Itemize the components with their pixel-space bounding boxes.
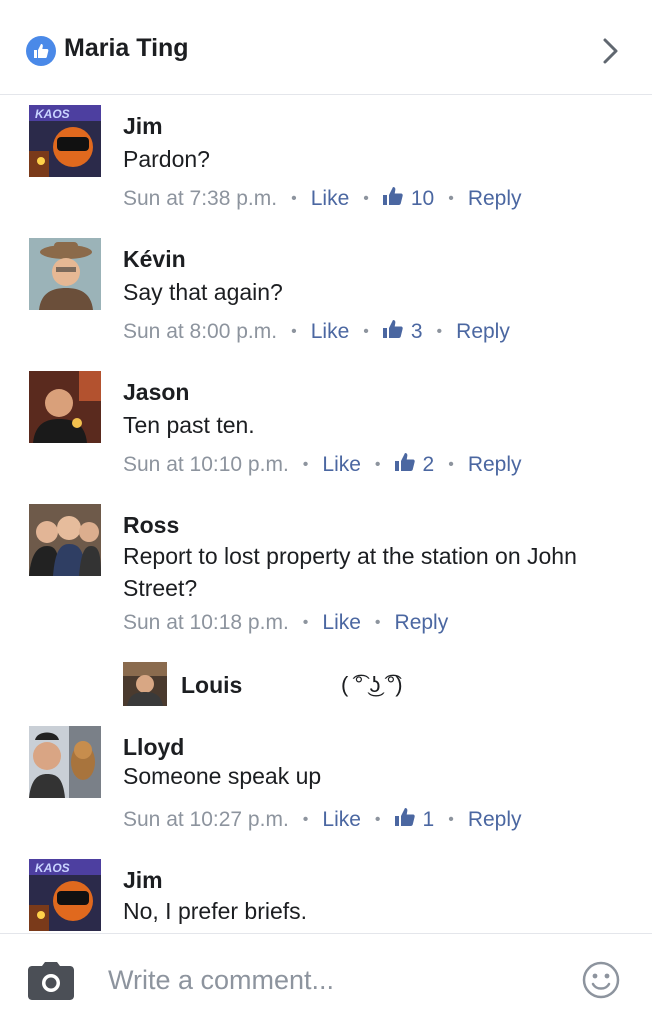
like-count[interactable]: 3	[411, 320, 423, 344]
comment-time: Sun at 10:18 p.m.	[123, 611, 289, 634]
like-count[interactable]: 2	[423, 453, 435, 477]
separator: •	[302, 456, 309, 473]
comment-author[interactable]: Jim	[123, 113, 163, 140]
like-button[interactable]: Like	[322, 611, 361, 635]
reply-preview[interactable]: Louis ( ͡° ͜ʖ ͡°)	[123, 662, 623, 706]
separator: •	[363, 323, 369, 340]
comment-meta: Sun at 7:38 p.m. • Like • 10 • Reply	[123, 187, 522, 211]
avatar[interactable]	[29, 726, 101, 798]
smiley-icon[interactable]	[582, 961, 620, 999]
separator: •	[374, 811, 381, 828]
reply-button[interactable]: Reply	[468, 808, 522, 832]
avatar[interactable]: KAOS	[29, 105, 101, 177]
thumbs-up-icon	[382, 187, 403, 211]
comment-meta: Sun at 10:10 p.m. • Like • 2 • Reply	[123, 453, 522, 477]
thumbs-up-icon	[382, 320, 403, 344]
comment-meta: Sun at 8:00 p.m. • Like • 3 • Reply	[123, 320, 510, 344]
comment-text: Pardon?	[123, 146, 210, 172]
separator: •	[302, 614, 309, 631]
comment-author[interactable]: Lloyd	[123, 734, 184, 761]
separator: •	[374, 456, 381, 473]
reply-button[interactable]: Reply	[456, 320, 510, 344]
separator: •	[291, 323, 297, 340]
comment-text: Someone speak up	[123, 763, 322, 789]
comment-author[interactable]: Ross	[123, 512, 179, 539]
chevron-right-icon[interactable]	[600, 36, 622, 66]
thumbs-up-icon	[394, 808, 415, 832]
separator: •	[363, 190, 369, 207]
comment-author[interactable]: Kévin	[123, 246, 186, 273]
like-count[interactable]: 10	[411, 187, 434, 211]
separator: •	[448, 456, 454, 473]
comment-time: Sun at 10:10 p.m.	[123, 453, 289, 476]
comment-author[interactable]: Jim	[123, 867, 163, 894]
comment-author[interactable]: Jason	[123, 379, 189, 406]
like-icon	[26, 36, 56, 66]
separator: •	[302, 811, 309, 828]
avatar[interactable]	[29, 238, 101, 310]
like-button[interactable]: Like	[311, 320, 350, 344]
comment-text: Say that again?	[123, 279, 283, 305]
camera-icon[interactable]	[28, 962, 74, 1000]
separator: •	[291, 190, 297, 207]
reply-author[interactable]: Louis	[181, 672, 242, 699]
comment-time: Sun at 10:27 p.m.	[123, 808, 289, 831]
comment-input[interactable]	[108, 960, 548, 1000]
header: Maria Ting	[0, 0, 652, 95]
like-button[interactable]: Like	[322, 453, 361, 477]
like-button[interactable]: Like	[322, 808, 361, 832]
comment-time: Sun at 8:00 p.m.	[123, 320, 278, 343]
like-count[interactable]: 1	[423, 808, 435, 832]
avatar[interactable]: KAOS	[29, 859, 101, 931]
svg-text:KAOS: KAOS	[35, 107, 70, 121]
separator: •	[374, 614, 381, 631]
reply-button[interactable]: Reply	[468, 187, 522, 211]
comment-text: Ten past ten.	[123, 412, 255, 438]
comment-meta: Sun at 10:18 p.m. • Like • Reply	[123, 611, 448, 635]
comment-meta: Sun at 10:27 p.m. • Like • 1 • Reply	[123, 808, 522, 832]
comments-list[interactable]: KAOS Jim Pardon? Sun at 7:38 p.m. • Like…	[0, 95, 652, 933]
page-title: Maria Ting	[64, 34, 189, 62]
avatar[interactable]	[29, 371, 101, 443]
comment-time: Sun at 7:38 p.m.	[123, 187, 278, 210]
reply-button[interactable]: Reply	[395, 611, 449, 635]
separator: •	[436, 323, 443, 340]
separator: •	[448, 190, 454, 207]
comment-composer	[0, 933, 652, 1024]
like-button[interactable]: Like	[311, 187, 350, 211]
separator: •	[448, 811, 454, 828]
avatar[interactable]	[29, 504, 101, 576]
reply-button[interactable]: Reply	[468, 453, 522, 477]
avatar[interactable]	[123, 662, 167, 706]
comment-text: No, I prefer briefs.	[123, 898, 308, 924]
thumbs-up-icon	[394, 453, 415, 477]
reply-text: ( ͡° ͜ʖ ͡°)	[341, 672, 403, 697]
comment-text: Report to lost property at the station o…	[123, 543, 577, 601]
svg-text:KAOS: KAOS	[35, 861, 70, 875]
